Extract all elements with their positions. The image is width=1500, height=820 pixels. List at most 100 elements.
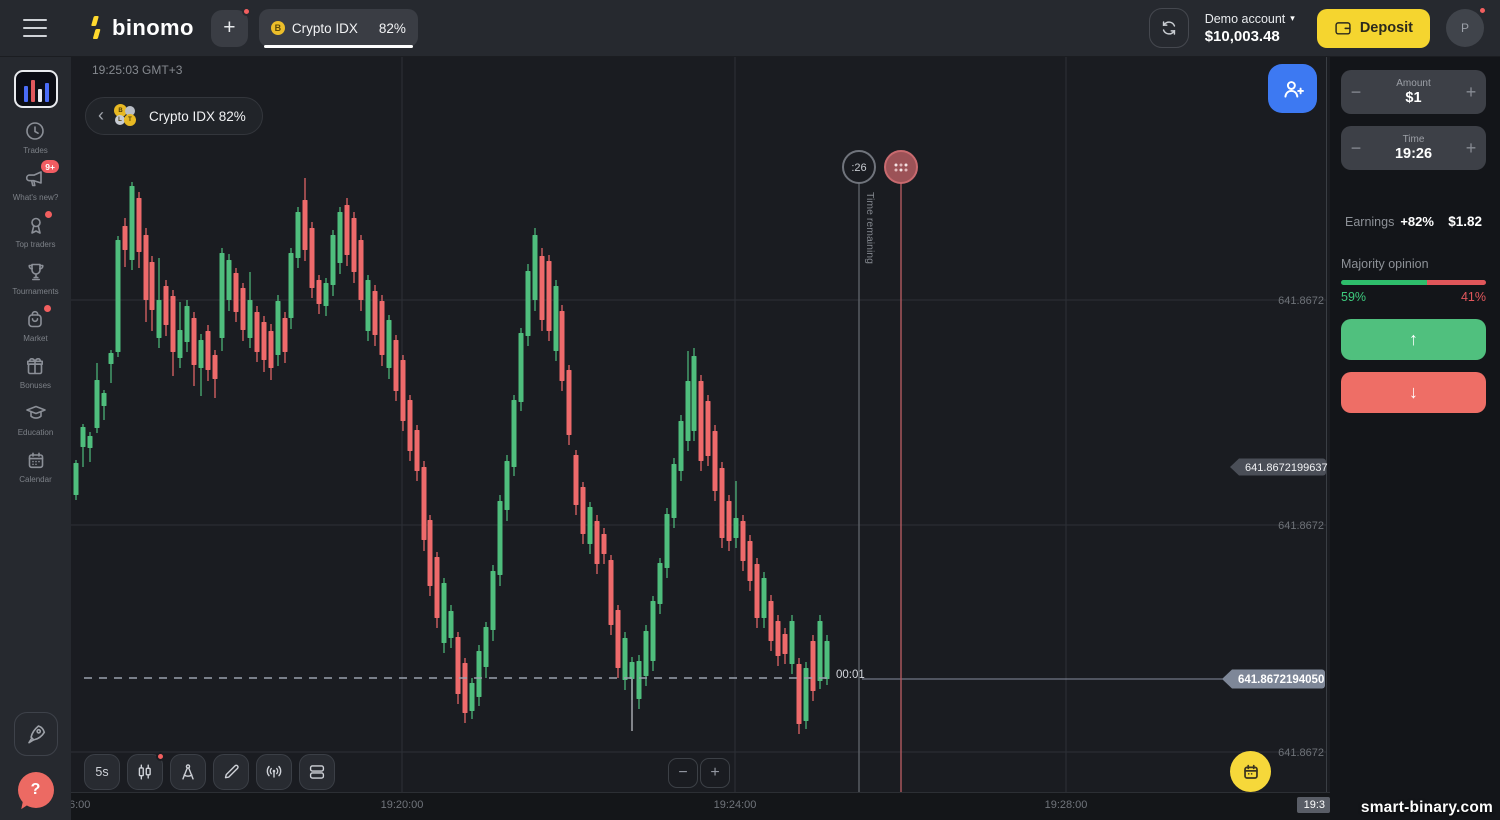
- majority-opinion-bar: [1341, 280, 1486, 285]
- economic-calendar-button[interactable]: [1230, 751, 1271, 792]
- candle-body: [665, 514, 670, 568]
- candle-body: [581, 487, 586, 534]
- majority-opinion-label: Majority opinion: [1341, 257, 1486, 271]
- layout-button[interactable]: [299, 754, 335, 790]
- candle-body: [248, 300, 253, 338]
- sidebar-item-market[interactable]: Market: [23, 307, 47, 343]
- time-field[interactable]: Time 19:26: [1371, 134, 1456, 162]
- megaphone-icon: 9+: [23, 166, 47, 190]
- majority-down-percent: 41%: [1461, 290, 1486, 304]
- timeframe-button[interactable]: 5s: [84, 754, 120, 790]
- countdown-circle-label: :26: [851, 162, 866, 174]
- menu-icon[interactable]: [23, 19, 47, 37]
- candle-body: [783, 634, 788, 654]
- drawing-button[interactable]: [213, 754, 249, 790]
- earnings-percent: +82%: [1400, 214, 1434, 229]
- candle-body: [220, 253, 225, 338]
- chart-type-button[interactable]: [127, 754, 163, 790]
- add-asset-tab-button[interactable]: +: [211, 10, 248, 47]
- zoom-in-button[interactable]: +: [700, 758, 730, 788]
- sidebar-item-tournaments[interactable]: Tournaments: [12, 260, 58, 296]
- account-switcher[interactable]: Demo account ▾ $10,003.48: [1205, 12, 1295, 45]
- signals-button[interactable]: [256, 754, 292, 790]
- candle-body: [720, 468, 725, 538]
- candle-body: [144, 235, 149, 300]
- checkered-flag-icon: [900, 164, 903, 167]
- candle-body: [748, 541, 753, 581]
- sidebar-item-top-traders[interactable]: Top traders: [15, 213, 55, 249]
- candle-body: [157, 300, 162, 338]
- candle-body: [755, 564, 760, 618]
- pencil-icon: [220, 761, 242, 783]
- asset-selector-pill[interactable]: ‹ B L T Crypto IDX 82%: [85, 97, 263, 135]
- checkered-flag-icon: [905, 169, 908, 172]
- candle-body: [491, 571, 496, 630]
- support-button[interactable]: ?: [18, 772, 54, 808]
- sidebar-item-whats-new[interactable]: 9+ What's new?: [13, 166, 59, 202]
- sidebar-item-label: Market: [23, 334, 47, 343]
- x-axis-label: 19:16:00: [71, 799, 90, 811]
- current-price-tag-text: 641.8672194050: [1238, 674, 1324, 686]
- deposit-button[interactable]: Deposit: [1317, 9, 1430, 48]
- sidebar-item-label: Bonuses: [20, 381, 51, 390]
- candle-body: [262, 322, 267, 360]
- candle-body: [352, 218, 357, 272]
- chart-toolbar: 5s: [84, 754, 335, 790]
- put-down-button[interactable]: ↓: [1341, 372, 1486, 413]
- amount-decrease-button[interactable]: −: [1341, 82, 1371, 103]
- whats-new-badge: 9+: [41, 160, 60, 173]
- avatar[interactable]: P: [1446, 9, 1484, 47]
- sidebar-item-calendar[interactable]: Calendar: [19, 448, 51, 484]
- indicators-button[interactable]: [170, 754, 206, 790]
- graduation-cap-icon: [24, 401, 48, 425]
- time-label: Time: [1371, 134, 1456, 145]
- amount-increase-button[interactable]: +: [1456, 82, 1486, 103]
- logo-text: binomo: [112, 15, 194, 41]
- candlestick-icon: [134, 761, 156, 783]
- candle-body: [540, 256, 545, 320]
- candlestick-chart[interactable]: 641.8672641.8672641.867200:01641.8672194…: [71, 57, 1330, 792]
- open-trade-price-tag-text: 641.8672199637: [1245, 462, 1328, 474]
- call-up-button[interactable]: ↑: [1341, 319, 1486, 360]
- candle-body: [706, 401, 711, 456]
- candle-body: [658, 563, 663, 604]
- rows-icon: [306, 761, 328, 783]
- sidebar-item-trades[interactable]: Trades: [23, 119, 48, 155]
- candle-body: [130, 186, 135, 260]
- candle-body: [463, 663, 468, 713]
- candle-body: [171, 296, 176, 352]
- asset-tab-crypto-idx[interactable]: B Crypto IDX 82%: [259, 9, 418, 47]
- time-remaining-label: Time remaining: [864, 192, 876, 264]
- x-axis-label: 19:20:00: [381, 799, 424, 811]
- watermark: smart-binary.com: [1361, 799, 1493, 817]
- refresh-icon: [1159, 18, 1179, 38]
- time-decrease-button[interactable]: −: [1341, 138, 1371, 159]
- calendar-icon: [24, 448, 48, 472]
- candle-body: [178, 330, 183, 358]
- account-balance: $10,003.48: [1205, 28, 1295, 45]
- invite-friend-button[interactable]: [1268, 64, 1317, 113]
- candle-body: [199, 340, 204, 368]
- current-time-box: 19:3: [1297, 797, 1330, 813]
- candle-body: [616, 610, 621, 668]
- chart-gallery-thumbnail[interactable]: [14, 70, 58, 108]
- boost-button[interactable]: [14, 712, 58, 756]
- candle-body: [609, 560, 614, 625]
- candle-body: [449, 611, 454, 638]
- time-increase-button[interactable]: +: [1456, 138, 1486, 159]
- candle-body: [692, 356, 697, 431]
- y-axis-label: 641.8672: [1278, 520, 1324, 532]
- refresh-balance-button[interactable]: [1149, 8, 1189, 48]
- candle-body: [422, 467, 427, 540]
- notification-dot: [242, 7, 251, 16]
- candle-body: [109, 353, 114, 364]
- calendar-icon: [1240, 761, 1262, 783]
- signal-icon: [263, 761, 285, 783]
- active-tab-underline: [264, 45, 413, 48]
- sidebar-item-education[interactable]: Education: [18, 401, 54, 437]
- candle-body: [150, 262, 155, 310]
- zoom-out-button[interactable]: −: [668, 758, 698, 788]
- sidebar-item-bonuses[interactable]: Bonuses: [20, 354, 51, 390]
- amount-field[interactable]: Amount $1: [1371, 78, 1456, 106]
- earnings-amount: $1.82: [1448, 214, 1482, 229]
